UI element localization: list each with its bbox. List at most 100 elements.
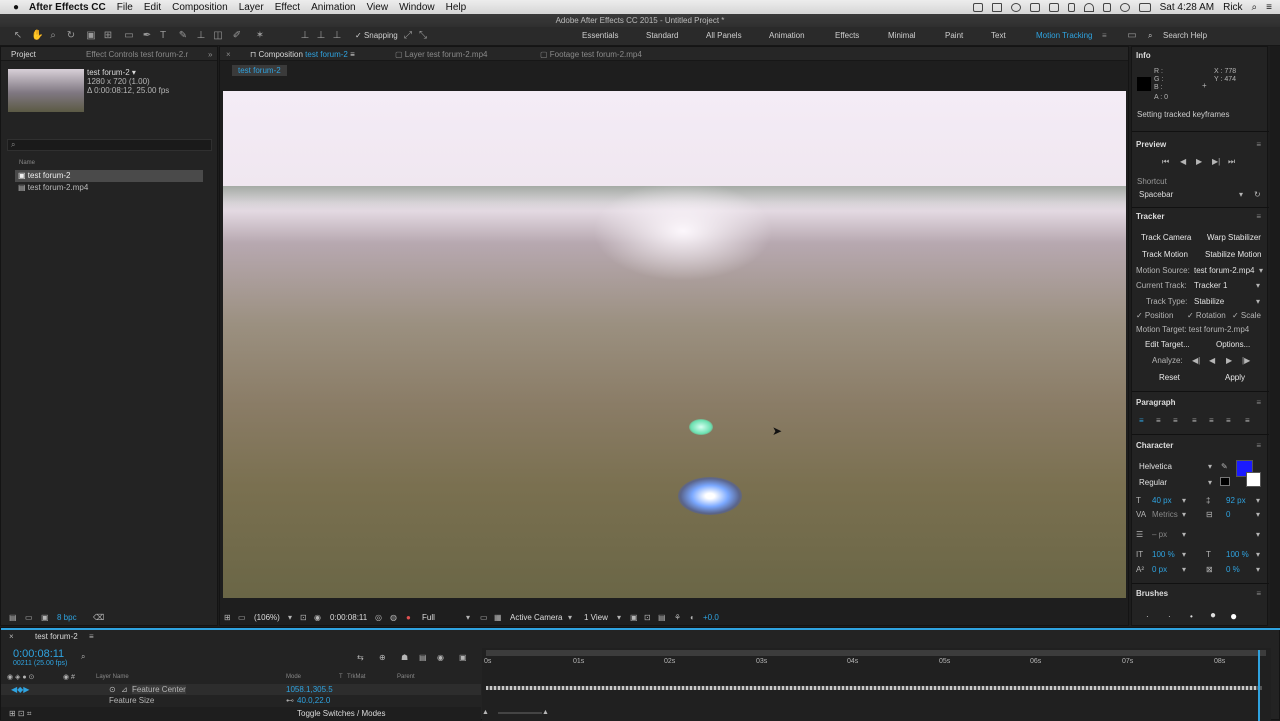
analyze-back-icon[interactable]: ◀| — [1192, 356, 1200, 365]
brush-tool-icon[interactable]: ✎ — [178, 31, 188, 41]
chevron-down-icon[interactable]: ▾ — [568, 613, 572, 622]
col-trkmat[interactable]: TrkMat — [347, 674, 365, 680]
justify-all-icon[interactable]: ≡ — [1245, 416, 1250, 425]
zoom-in-icon[interactable]: ▲ — [542, 709, 549, 716]
first-frame-icon[interactable]: ⏮ — [1162, 157, 1169, 167]
property-value[interactable]: 1058.1,305.5 — [286, 685, 333, 694]
keyframe-nav-icon[interactable]: ◀◆▶ — [11, 685, 29, 694]
track-type-select[interactable]: Stabilize — [1194, 297, 1224, 306]
baseline-value[interactable]: 0 px — [1152, 565, 1167, 574]
exposure-icon[interactable]: ◐ — [690, 613, 695, 622]
align-center-icon[interactable]: ≡ — [1156, 416, 1161, 425]
menu-file[interactable]: File — [117, 2, 133, 13]
chevron-down-icon[interactable]: ▾ — [1208, 478, 1212, 487]
menu-composition[interactable]: Composition — [172, 2, 228, 13]
workspace-effects[interactable]: Effects — [835, 31, 859, 40]
justify-center-icon[interactable]: ≡ — [1209, 416, 1214, 425]
font-family-select[interactable]: Helvetica — [1139, 462, 1172, 471]
battery-icon[interactable] — [1048, 2, 1059, 12]
col-t[interactable]: T — [339, 674, 343, 680]
edit-target-button[interactable]: Edit Target... — [1145, 340, 1190, 349]
project-search-input[interactable]: ⌕ — [7, 139, 212, 151]
last-frame-icon[interactable]: ⏭ — [1228, 157, 1235, 167]
new-comp-icon[interactable]: ▣ — [41, 613, 49, 622]
comp-canvas[interactable]: ➤ — [223, 91, 1126, 598]
font-size-value[interactable]: 40 px — [1152, 496, 1172, 505]
menu-help[interactable]: Help — [446, 2, 467, 13]
position-checkbox[interactable]: ✓ Position — [1136, 311, 1173, 320]
panel-menu-icon[interactable]: ≡ — [1256, 212, 1261, 221]
breadcrumb[interactable]: test forum-2 — [232, 65, 287, 76]
user-name[interactable]: Rick — [1223, 2, 1242, 13]
menu-animation[interactable]: Animation — [311, 2, 355, 13]
notification-icon[interactable]: ≡ — [1266, 2, 1272, 13]
col-parent[interactable]: Parent — [397, 674, 415, 680]
menu-view[interactable]: View — [367, 2, 389, 13]
chevron-down-icon[interactable]: ▾ — [1256, 297, 1260, 306]
stabilize-motion-button[interactable]: Stabilize Motion — [1205, 250, 1261, 259]
reset-button[interactable]: Reset — [1159, 373, 1180, 382]
motion-source-select[interactable]: test forum-2.mp4 — [1194, 266, 1254, 275]
brush-tip-2-icon[interactable]: · — [1168, 612, 1171, 621]
chevron-down-icon[interactable]: ▾ — [1256, 565, 1260, 574]
brush-tip-5-icon[interactable]: ● — [1230, 609, 1237, 623]
play-icon[interactable]: ▶ — [1196, 157, 1202, 166]
timeline-current-time[interactable]: 0:00:08:11 — [13, 648, 64, 660]
search-icon[interactable]: ⌕ — [1148, 31, 1152, 41]
panel-menu-icon[interactable]: ≡ — [1256, 398, 1261, 407]
bpc-toggle[interactable]: 8 bpc — [57, 613, 77, 622]
menu-layer[interactable]: Layer — [239, 2, 264, 13]
apple-icon[interactable]: ● — [13, 2, 19, 13]
show-snapshot-icon[interactable]: ◍ — [390, 613, 397, 622]
horizontal-scale-value[interactable]: 100 % — [1226, 550, 1249, 559]
comp-name[interactable]: test forum-2 ▾ — [87, 68, 136, 77]
next-frame-icon[interactable]: ▶| — [1212, 157, 1220, 166]
tab-project[interactable]: Project — [11, 50, 36, 59]
snapshot-icon[interactable]: ◎ — [375, 613, 382, 622]
search-icon[interactable]: ⌕ — [81, 652, 85, 662]
record-icon[interactable] — [1010, 2, 1021, 12]
analyze-backward-icon[interactable]: ◀ — [1209, 356, 1215, 365]
track-motion-button[interactable]: Track Motion — [1142, 250, 1188, 259]
panel-icon[interactable]: ▭ — [1127, 31, 1137, 41]
close-icon[interactable]: × — [226, 50, 231, 59]
axis-icon-2[interactable]: ⊥ — [316, 31, 326, 41]
trash-icon[interactable]: ⌫ — [93, 613, 104, 622]
project-item-footage[interactable]: ▤ test forum-2.mp4 — [15, 182, 217, 194]
chevron-down-icon[interactable]: ▾ — [1256, 281, 1260, 290]
workspace-menu-icon[interactable]: ≡ — [1102, 31, 1107, 40]
menu-app[interactable]: After Effects CC — [29, 2, 106, 13]
keyframes-strip[interactable] — [486, 686, 1262, 690]
playhead[interactable] — [1258, 650, 1260, 721]
menu-window[interactable]: Window — [399, 2, 435, 13]
panel-menu-icon[interactable]: ≡ — [1256, 140, 1261, 149]
chevron-down-icon[interactable]: ▾ — [1182, 530, 1186, 539]
toggle-pixel-icon[interactable]: ▣ — [630, 613, 638, 622]
eraser-tool-icon[interactable]: ◫ — [213, 31, 223, 41]
screen-icon[interactable] — [972, 2, 983, 12]
col-name[interactable]: Name — [19, 160, 35, 166]
tab-timeline[interactable]: test forum-2 — [35, 632, 78, 641]
font-style-select[interactable]: Regular — [1139, 478, 1167, 487]
chevron-down-icon[interactable]: ▾ — [466, 613, 470, 622]
options-button[interactable]: Options... — [1216, 340, 1250, 349]
resolution-select[interactable]: Full — [422, 613, 435, 622]
chevron-down-icon[interactable]: ▾ — [1182, 496, 1186, 505]
brush-tip-4-icon[interactable]: ● — [1210, 610, 1216, 621]
stats-icon[interactable] — [1029, 2, 1040, 12]
channel-icon[interactable]: ● — [406, 613, 411, 622]
timeline-graph-area[interactable]: 0s 01s 02s 03s 04s 05s 06s 07s 08s ▲ ▲ — [482, 648, 1271, 721]
prev-frame-icon[interactable]: ◀ — [1180, 157, 1186, 166]
current-time[interactable]: 0:00:08:11 — [330, 613, 367, 622]
fast-preview-icon[interactable]: ⊡ — [644, 613, 651, 622]
dropbox-icon[interactable] — [991, 2, 1002, 12]
menu-effect[interactable]: Effect — [275, 2, 300, 13]
track-camera-button[interactable]: Track Camera — [1141, 233, 1191, 242]
clone-tool-icon[interactable]: ⊥ — [196, 31, 206, 41]
link-icon[interactable]: ⊷ — [286, 696, 294, 705]
spotlight-icon[interactable]: ⌕ — [1252, 2, 1258, 13]
shy-icon[interactable]: ☗ — [401, 653, 408, 662]
selection-tool-icon[interactable]: ↖ — [13, 31, 23, 41]
draft-3d-icon[interactable]: ⊕ — [379, 653, 386, 662]
scale-checkbox[interactable]: ✓ Scale — [1232, 311, 1261, 320]
